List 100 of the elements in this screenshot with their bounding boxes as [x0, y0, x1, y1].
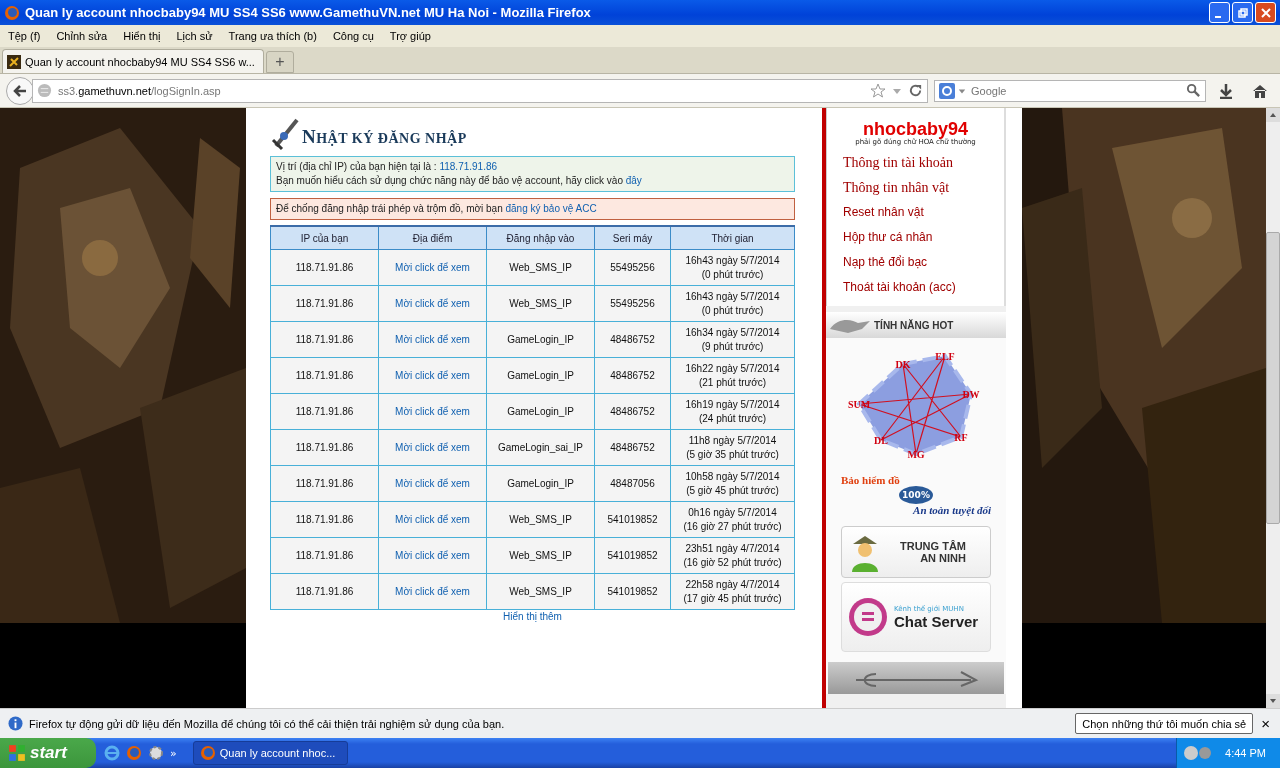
- reload-icon[interactable]: [908, 83, 923, 98]
- menu-item[interactable]: Hiển thị: [115, 30, 169, 42]
- menu-item[interactable]: Công cụ: [324, 30, 382, 42]
- register-link[interactable]: đăng ký bảo vệ ACC: [505, 203, 597, 214]
- table-cell: 22h58 ngày 4/7/2014 (17 giờ 45 phút trước): [670, 573, 795, 610]
- sidebar-link[interactable]: Reset nhân vật: [843, 200, 1004, 225]
- table-cell: 541019852: [594, 537, 671, 574]
- table-cell: 48486752: [594, 429, 671, 466]
- column-header: Seri máy: [594, 226, 671, 250]
- table-cell: 118.71.91.86: [270, 393, 379, 430]
- more-button[interactable]: »: [170, 746, 177, 760]
- home-icon[interactable]: [1252, 82, 1268, 99]
- column-header: IP của bạn: [270, 226, 379, 250]
- new-tab-button[interactable]: +: [266, 51, 294, 73]
- table-cell: 118.71.91.86: [270, 249, 379, 286]
- back-button[interactable]: [6, 76, 34, 105]
- browser-tab[interactable]: Quan ly account nhocbaby94 MU SS4 SS6 w...: [2, 49, 264, 73]
- close-button[interactable]: [1255, 2, 1276, 23]
- sidebar-link[interactable]: Thoát tài khoản (acc): [843, 275, 1004, 300]
- table-cell: 541019852: [594, 501, 671, 538]
- table-cell: 118.71.91.86: [270, 573, 379, 610]
- bookmark-star-icon[interactable]: [870, 82, 886, 99]
- scrollbar-thumb[interactable]: [1266, 232, 1280, 524]
- gear-icon[interactable]: [148, 745, 164, 761]
- table-cell: 118.71.91.86: [270, 357, 379, 394]
- menu-item[interactable]: Trang ưa thích (b): [220, 30, 325, 42]
- windows-logo: [8, 744, 26, 762]
- table-cell: 16h43 ngày 5/7/2014 (0 phút trước): [670, 285, 795, 322]
- table-cell: 48487056: [594, 465, 671, 502]
- info-link[interactable]: đây: [625, 175, 642, 186]
- table-cell: GameLogin_IP: [486, 465, 595, 502]
- table-cell: GameLogin_IP: [486, 321, 595, 358]
- column-header: Đăng nhập vào: [486, 226, 595, 250]
- menu-item[interactable]: Tệp (f): [0, 30, 49, 42]
- column-header: Thời gian: [670, 226, 795, 250]
- security-center-button[interactable]: TRUNG TÂM AN NINH: [841, 526, 991, 578]
- table-cell: Web_SMS_IP: [486, 573, 595, 610]
- globe-icon: [37, 83, 52, 98]
- table-cell: 48486752: [594, 321, 671, 358]
- table-cell: 23h51 ngày 4/7/2014 (16 giờ 52 phút trước): [670, 537, 795, 574]
- info-text: Vị trí (địa chỉ IP) của bạn hiện tại là : 118.71.91.86: [276, 160, 499, 174]
- class-label: ELF: [935, 351, 955, 362]
- page-heading: NHẬT KÝ ĐĂNG NHẬP: [302, 126, 467, 148]
- table-cell: 118.71.91.86: [270, 429, 379, 466]
- info-link[interactable]: 118.71.91.86: [439, 161, 498, 172]
- table-cell: Web_SMS_IP: [486, 249, 595, 286]
- download-icon[interactable]: [1218, 82, 1234, 99]
- scrollbar-track[interactable]: [1266, 108, 1280, 708]
- table-cell: 0h16 ngày 5/7/2014 (16 giờ 27 phút trước): [670, 501, 795, 538]
- insurance-banner[interactable]: Bảo hiểm đồ 100% An toàn tuyệt đối: [841, 474, 991, 522]
- taskbar-item[interactable]: Quan ly account nhoc...: [192, 741, 348, 765]
- scroll-up-icon[interactable]: [1266, 108, 1280, 122]
- close-button[interactable]: ×: [1259, 715, 1272, 732]
- table-cell: 10h58 ngày 5/7/2014 (5 giờ 45 phút trước): [670, 465, 795, 502]
- minimize-icon: [1215, 15, 1221, 18]
- restore-icon: [1237, 7, 1248, 18]
- class-label: DW: [962, 389, 980, 400]
- banner-subtitle: An toàn tuyệt đối: [913, 504, 991, 516]
- table-cell: 16h34 ngày 5/7/2014 (9 phút trước): [670, 321, 795, 358]
- sidebar-link[interactable]: Thông tin nhân vật: [843, 175, 1004, 200]
- share-choice-button[interactable]: Chọn những thứ tôi muốn chia sẻ: [1075, 713, 1254, 734]
- table-cell: 48486752: [594, 357, 671, 394]
- sidebar-link[interactable]: Thông tin tài khoản: [843, 150, 1004, 175]
- sidebar-link[interactable]: Hộp thư cá nhân: [843, 225, 1004, 250]
- table-cell: GameLogin_IP: [486, 357, 595, 394]
- table-cell: GameLogin_IP: [486, 393, 595, 430]
- scroll-down-icon[interactable]: [1266, 694, 1280, 708]
- sidebar-link[interactable]: Nạp thẻ đổi bạc: [843, 250, 1004, 275]
- menu-item[interactable]: Chỉnh sửa: [48, 30, 116, 42]
- class-label: DK: [895, 359, 911, 370]
- guarantee-seal: 100%: [899, 486, 933, 504]
- sword-icon: [270, 118, 300, 152]
- class-label: SUM: [847, 399, 871, 410]
- close-icon: [1260, 7, 1271, 18]
- address-bar[interactable]: ss3.gamethuvn.net/logSignIn.asp: [32, 78, 928, 103]
- firefox-icon: [199, 745, 216, 761]
- back-arrow-icon: [12, 82, 28, 99]
- minimize-button[interactable]: [1209, 2, 1230, 23]
- banner-text: TRUNG TÂM: [900, 540, 966, 552]
- banner-text: AN NINH: [920, 552, 966, 564]
- menu-item[interactable]: Lịch sử: [168, 30, 221, 42]
- google-icon[interactable]: [939, 82, 955, 99]
- menu-item[interactable]: Trợ giúp: [381, 30, 439, 42]
- banner-title: Chat Server: [894, 612, 979, 630]
- class-label: DL: [874, 435, 888, 446]
- class-label: RF: [954, 432, 968, 443]
- search-icon[interactable]: [1186, 83, 1201, 98]
- column-header: Địa điểm: [378, 226, 487, 250]
- firefox-icon: [4, 4, 20, 21]
- show-more-link[interactable]: Hiển thị thêm: [503, 611, 562, 622]
- search-field[interactable]: Google: [934, 79, 1206, 102]
- info-icon: [8, 716, 23, 731]
- chat-bubble-icon: [848, 597, 888, 637]
- dropdown-icon[interactable]: [958, 86, 966, 95]
- maximize-button[interactable]: [1232, 2, 1253, 23]
- table-cell: Web_SMS_IP: [486, 501, 595, 538]
- banner-title: Bảo hiểm đồ: [841, 474, 901, 486]
- table-cell: 16h43 ngày 5/7/2014 (0 phút trước): [670, 249, 795, 286]
- table-cell: GameLogin_sai_IP: [486, 429, 595, 466]
- table-cell: 55495256: [594, 249, 671, 286]
